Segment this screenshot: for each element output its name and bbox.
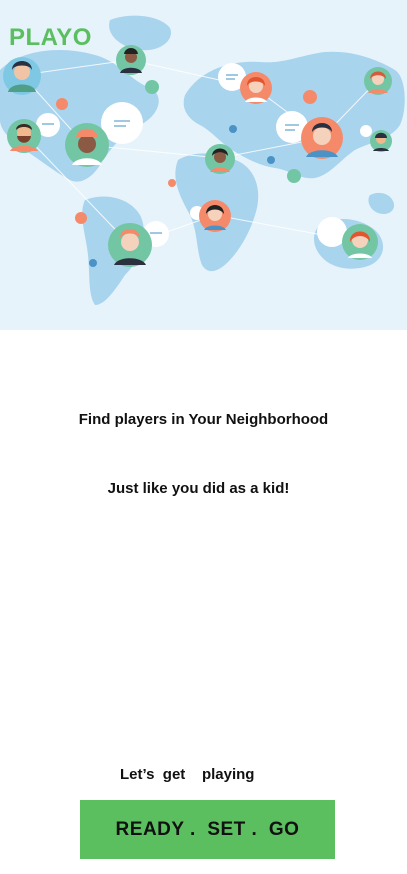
avatar-woman-left [3, 57, 41, 95]
avatar-man-cap [65, 123, 109, 167]
onboarding-screen: PLAYO Find players in Your Neighborhood … [0, 0, 407, 874]
avatar-woman-mid [205, 144, 235, 174]
dot-marker [229, 125, 237, 133]
dot-marker [56, 98, 68, 110]
dot-marker [145, 80, 159, 94]
avatar-woman-right [364, 67, 392, 95]
ready-set-go-button[interactable]: READY . SET . GO [80, 800, 335, 859]
dot-marker [75, 212, 87, 224]
tagline: Let’s get playing [120, 766, 255, 783]
headline: Find players in Your Neighborhood [78, 411, 329, 428]
hero-illustration: PLAYO [0, 0, 407, 330]
dot-marker [89, 259, 97, 267]
dot-marker [267, 156, 275, 164]
avatar-man-glasses [301, 117, 343, 159]
avatar-man-south-america [108, 223, 152, 267]
dot-marker [360, 125, 372, 137]
dot-marker [168, 179, 176, 187]
avatar-woman-australia [342, 224, 378, 260]
dot-marker [303, 90, 317, 104]
brand-logo: PLAYO [9, 24, 92, 51]
avatar-woman-center [240, 72, 272, 104]
avatar-woman-africa [199, 200, 231, 232]
subheadline: Just like you did as a kid! [107, 480, 290, 497]
avatar-man-top [116, 45, 146, 75]
avatar-man-beard [7, 119, 41, 153]
dot-marker [287, 169, 301, 183]
avatar-man-small [370, 130, 392, 152]
